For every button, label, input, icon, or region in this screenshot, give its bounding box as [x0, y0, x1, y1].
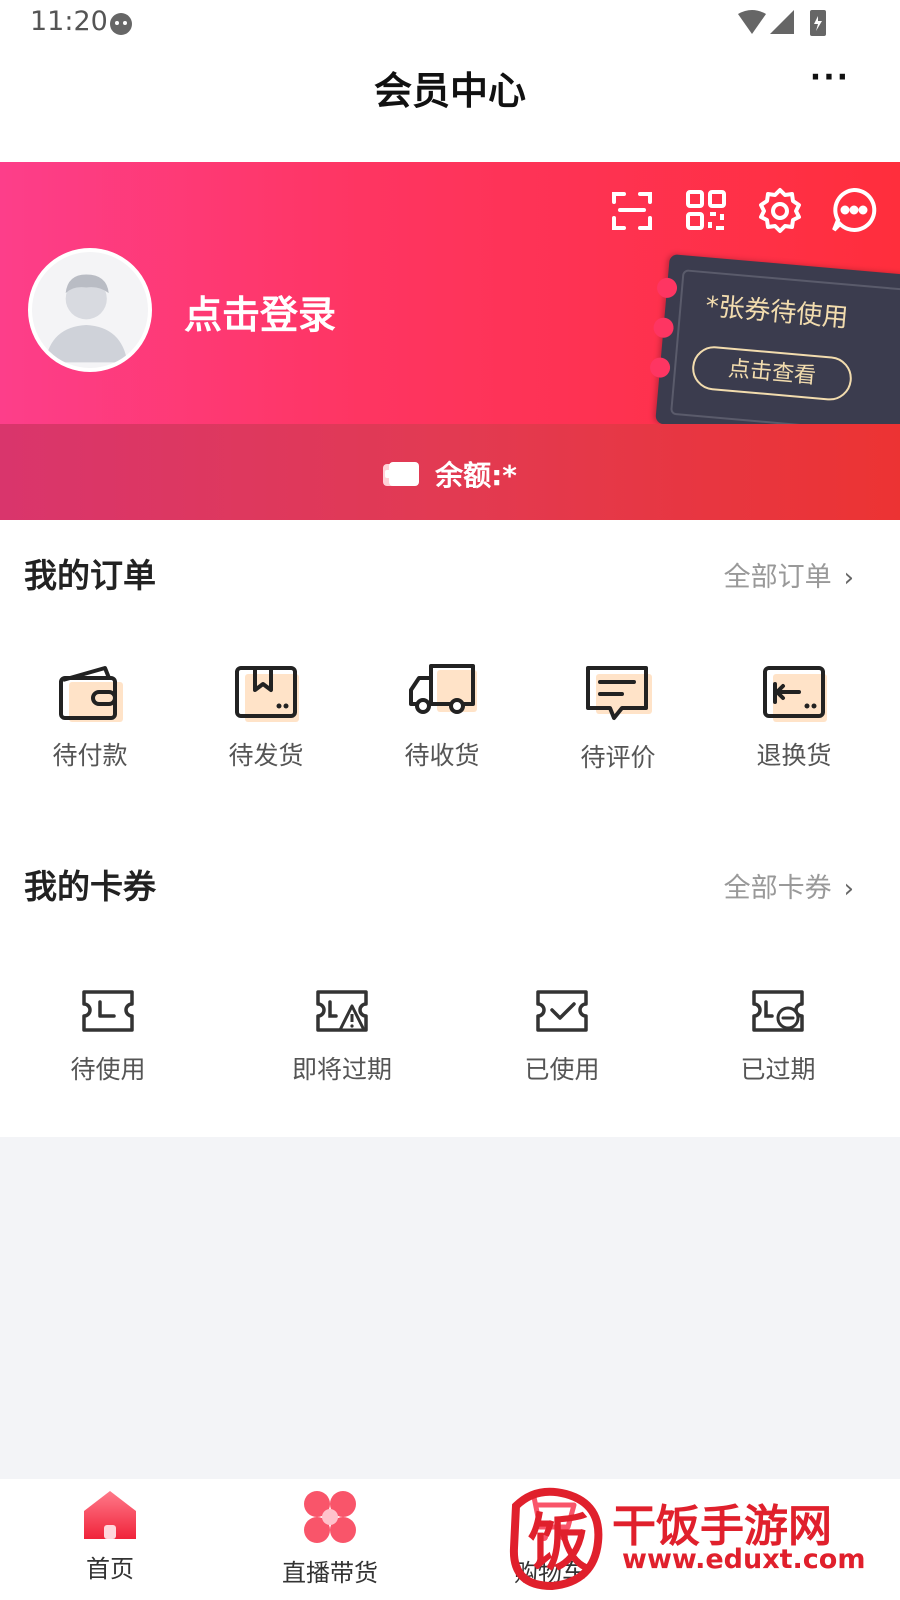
status-bar: 11:20: [0, 0, 900, 46]
balance-bar[interactable]: 余额:*: [0, 424, 900, 520]
balance-label: 余额:*: [435, 459, 517, 492]
home-icon: [84, 1491, 136, 1539]
coupon-used[interactable]: 已使用: [502, 988, 622, 1086]
ticket-check-icon: [536, 990, 588, 1032]
order-status-label: 待付款: [52, 741, 128, 770]
order-pending-receipt[interactable]: 待收货: [382, 664, 502, 772]
all-coupons-link[interactable]: 全部卡券 ›: [724, 866, 854, 905]
wallet-card-icon: [383, 462, 420, 486]
settings-gear-icon[interactable]: [756, 186, 804, 234]
coupon-status-label: 待使用: [70, 1055, 146, 1084]
all-coupons-label: 全部卡券: [723, 873, 832, 904]
title-bar: 会员中心 ···: [0, 46, 900, 158]
order-pending-payment[interactable]: 待付款: [30, 664, 150, 772]
ticket-clock-icon: [82, 990, 134, 1032]
order-pending-review[interactable]: 待评价: [558, 664, 678, 774]
tab-label: 首页: [86, 1555, 134, 1583]
watermark-url: www.eduxt.com: [622, 1544, 866, 1575]
wallet-icon: [59, 666, 123, 722]
package-icon: [235, 666, 299, 722]
coupon-card[interactable]: *张券待使用 点击查看: [649, 254, 900, 424]
empty-content-area: [0, 1137, 900, 1479]
profile-header: 点击登录 *张券待使用 点击查看: [0, 162, 900, 424]
order-status-label: 待收货: [404, 741, 480, 770]
signal-icon: [770, 10, 794, 34]
more-menu-button[interactable]: ···: [810, 60, 850, 95]
page-title: 会员中心: [373, 69, 526, 113]
all-orders-link[interactable]: 全部订单 ›: [724, 555, 854, 594]
scan-icon[interactable]: [608, 186, 656, 234]
chevron-right-icon: ›: [843, 874, 854, 904]
default-avatar-icon: [45, 274, 128, 363]
login-prompt[interactable]: 点击登录: [184, 284, 336, 339]
tab-label: 直播带货: [282, 1559, 378, 1587]
orders-section-title: 我的订单: [24, 556, 156, 595]
order-pending-shipment[interactable]: 待发货: [206, 664, 326, 772]
chevron-right-icon: ›: [843, 563, 854, 593]
order-status-label: 待发货: [228, 741, 304, 770]
coupon-expired[interactable]: 已过期: [718, 988, 838, 1086]
avatar[interactable]: [28, 248, 152, 372]
coupons-section-title: 我的卡券: [24, 867, 156, 906]
return-icon: [763, 666, 827, 722]
coupon-status-label: 即将过期: [291, 1055, 392, 1084]
svg-text:饭: 饭: [528, 1506, 590, 1579]
site-watermark: 饭 干饭手游网 www.eduxt.com: [500, 1482, 900, 1600]
notification-icon: [110, 13, 132, 35]
all-orders-label: 全部订单: [723, 562, 832, 593]
comment-icon: [586, 666, 652, 720]
status-time: 11:20: [30, 6, 108, 37]
watermark-logo: 饭: [509, 1487, 603, 1590]
order-status-label: 退换货: [756, 741, 832, 770]
order-returns[interactable]: 退换货: [734, 664, 854, 772]
coupon-status-label: 已过期: [740, 1055, 816, 1084]
coupon-status-label: 已使用: [524, 1055, 600, 1084]
ticket-warning-icon: [316, 990, 368, 1032]
live-icon: [304, 1491, 356, 1543]
qr-code-icon[interactable]: [682, 186, 730, 234]
tab-home[interactable]: 首页: [20, 1489, 200, 1584]
tab-live-shopping[interactable]: 直播带货: [240, 1489, 420, 1588]
message-icon[interactable]: [830, 186, 878, 234]
ticket-minus-icon: [752, 990, 804, 1032]
coupon-expiring-soon[interactable]: 即将过期: [272, 988, 412, 1086]
wifi-icon: [738, 10, 766, 34]
order-status-label: 待评价: [580, 743, 656, 772]
truck-icon: [409, 664, 477, 714]
system-status-icons: [738, 10, 826, 36]
coupon-unused[interactable]: 待使用: [48, 988, 168, 1086]
